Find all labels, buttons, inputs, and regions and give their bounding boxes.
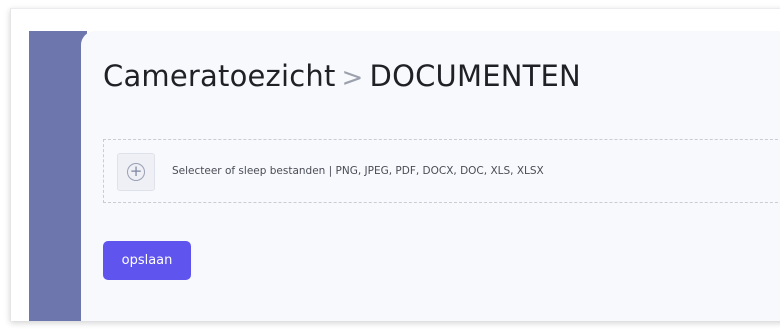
plus-circle-icon: + [127, 163, 145, 181]
dropzone-instructions: Selecteer of sleep bestanden | PNG, JPEG… [172, 165, 544, 177]
breadcrumb-parent[interactable]: Cameratoezicht [103, 59, 336, 93]
breadcrumb-separator: > [341, 63, 364, 93]
page-title: Cameratoezicht > DOCUMENTEN [103, 59, 581, 93]
add-file-button[interactable]: + [117, 153, 155, 191]
window-frame: Cameratoezicht > DOCUMENTEN + Selecteer of… [10, 8, 780, 321]
top-edge [11, 9, 780, 31]
breadcrumb-current: DOCUMENTEN [369, 59, 581, 93]
save-button[interactable]: opslaan [103, 241, 191, 280]
main-panel: Cameratoezicht > DOCUMENTEN + Selecteer of… [81, 31, 780, 321]
file-dropzone[interactable]: + Selecteer of sleep bestanden | PNG, JP… [103, 139, 780, 203]
sidebar [29, 31, 87, 321]
